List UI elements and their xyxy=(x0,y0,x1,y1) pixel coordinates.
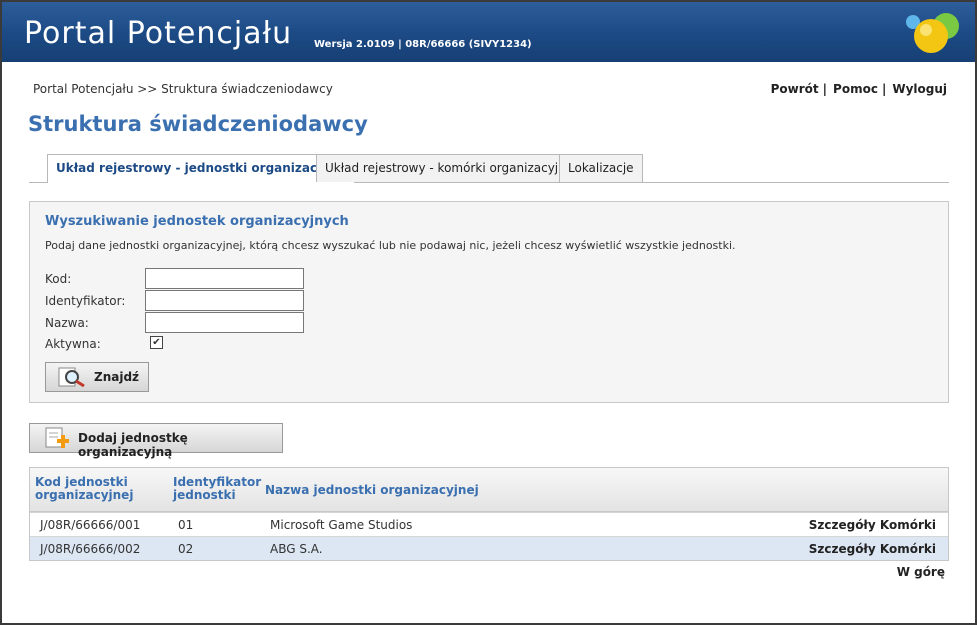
search-panel: Wyszukiwanie jednostek organizacyjnych P… xyxy=(29,201,949,403)
add-unit-label: Dodaj jednostkę organizacyjną xyxy=(78,431,188,459)
magnifier-icon xyxy=(58,367,85,387)
row-name: Microsoft Game Studios xyxy=(270,518,413,532)
column-code[interactable]: Kod jednostki organizacyjnej xyxy=(35,476,133,502)
logo-icon xyxy=(906,13,959,53)
identifier-label: Identyfikator: xyxy=(45,294,126,308)
tab-bar: Układ rejestrowy - jednostki organizacyj… xyxy=(29,154,949,183)
code-label: Kod: xyxy=(45,272,72,286)
name-label: Nazwa: xyxy=(45,316,89,330)
row-identifier: 02 xyxy=(178,542,194,556)
breadcrumb[interactable]: Portal Potencjału >> Struktura świadczen… xyxy=(33,82,333,96)
column-name[interactable]: Nazwa jednostki organizacyjnej xyxy=(265,484,479,497)
search-heading: Wyszukiwanie jednostek organizacyjnych xyxy=(45,214,349,229)
back-to-top-link[interactable]: W górę xyxy=(897,565,945,579)
cells-link[interactable]: Komórki xyxy=(880,518,936,532)
tab-locations[interactable]: Lokalizacje xyxy=(559,154,643,182)
row-name: ABG S.A. xyxy=(270,542,323,556)
column-code-line2: organizacyjnej xyxy=(35,488,134,502)
name-input[interactable] xyxy=(145,312,304,333)
cells-link[interactable]: Komórki xyxy=(880,542,936,556)
app-version: Wersja 2.0109 | 08R/66666 (SIVY1234) xyxy=(314,39,532,50)
back-link[interactable]: Powrót xyxy=(771,82,819,96)
code-input[interactable] xyxy=(145,268,304,289)
row-code: J/08R/66666/001 xyxy=(40,518,141,532)
app-header: Portal Potencjału Wersja 2.0109 | 08R/66… xyxy=(2,2,975,62)
details-link[interactable]: Szczegóły xyxy=(809,518,876,532)
search-description: Podaj dane jednostki organizacyjnej, któ… xyxy=(45,239,736,252)
active-checkbox[interactable]: ✔ xyxy=(150,336,163,349)
row-code: J/08R/66666/002 xyxy=(40,542,141,556)
tab-organizational-units[interactable]: Układ rejestrowy - jednostki organizacyj… xyxy=(47,154,355,183)
details-link[interactable]: Szczegóły xyxy=(809,542,876,556)
active-label: Aktywna: xyxy=(45,337,101,351)
identifier-input[interactable] xyxy=(145,290,304,311)
table-row: J/08R/66666/002 02 ABG S.A. Szczegóły Ko… xyxy=(30,536,948,560)
add-unit-button[interactable]: Dodaj jednostkę organizacyjną xyxy=(29,423,283,459)
page-title: Struktura świadczeniodawcy xyxy=(28,112,368,136)
app-window: Portal Potencjału Wersja 2.0109 | 08R/66… xyxy=(0,0,977,625)
top-links: Powrót | Pomoc | Wyloguj xyxy=(771,82,947,96)
separator: | xyxy=(881,82,887,96)
tab-organizational-cells[interactable]: Układ rejestrowy - komórki organizacyjne xyxy=(316,154,583,182)
app-title: Portal Potencjału xyxy=(24,16,293,51)
find-button[interactable]: Znajdź xyxy=(45,362,149,392)
table-row: J/08R/66666/001 01 Microsoft Game Studio… xyxy=(30,512,948,536)
logout-link[interactable]: Wyloguj xyxy=(892,82,947,96)
row-actions: Szczegóły Komórki xyxy=(809,542,936,556)
add-document-icon xyxy=(45,427,69,448)
row-actions: Szczegóły Komórki xyxy=(809,518,936,532)
row-identifier: 01 xyxy=(178,518,194,532)
table-header: Kod jednostki organizacyjnej Identyfikat… xyxy=(30,468,948,512)
units-table: Kod jednostki organizacyjnej Identyfikat… xyxy=(29,467,949,561)
column-identifier[interactable]: Identyfikator jednostki xyxy=(173,476,261,502)
separator: | xyxy=(822,82,828,96)
find-label: Znajdź xyxy=(94,370,140,384)
column-identifier-line2: jednostki xyxy=(173,488,236,502)
help-link[interactable]: Pomoc xyxy=(833,82,878,96)
